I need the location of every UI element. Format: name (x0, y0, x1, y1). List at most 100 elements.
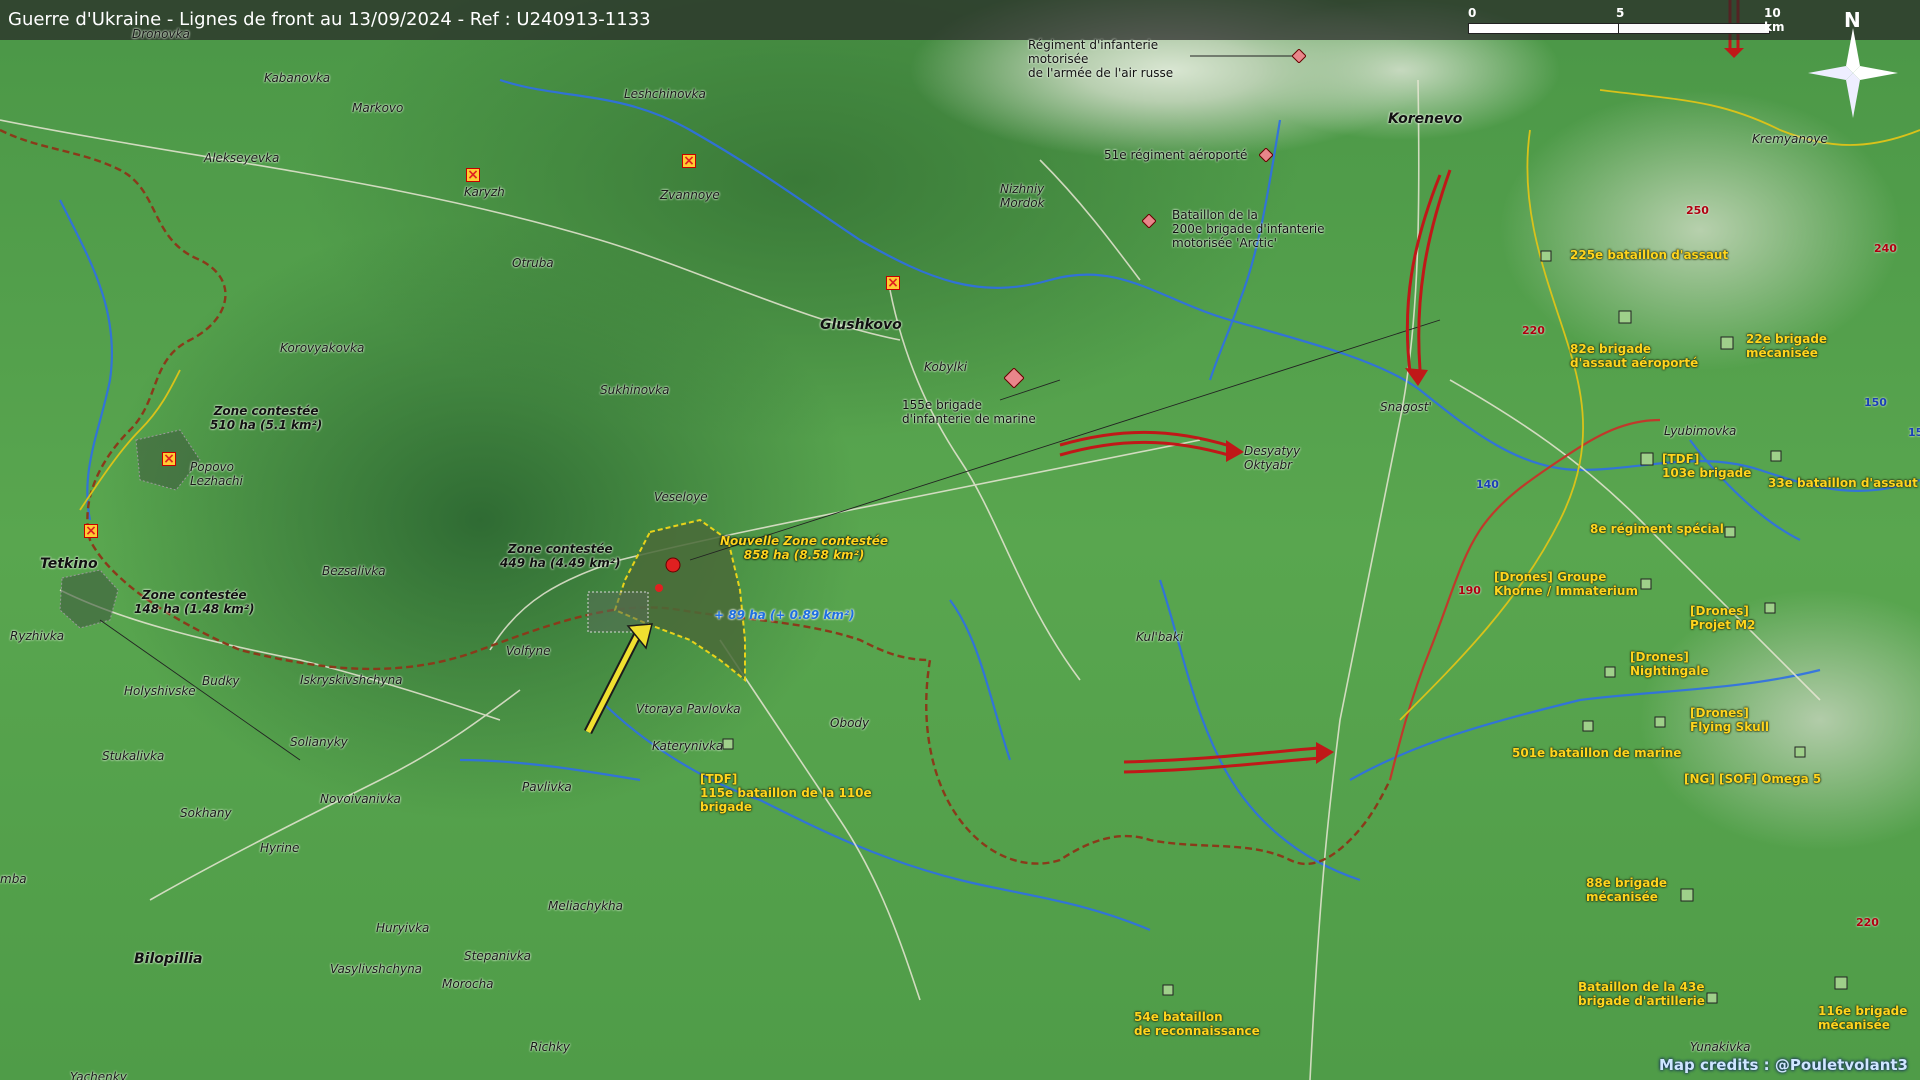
elevation-220-a: 220 (1522, 324, 1545, 337)
scale-0: 0 (1468, 6, 1477, 20)
elevation-250: 250 (1686, 204, 1709, 217)
ua-unit-label-10: [Drones] Flying Skull (1690, 706, 1769, 734)
place-alekseyevka: Alekseyevka (204, 151, 280, 165)
place-katerynivka: Katerynivka (652, 739, 724, 753)
elevation-220-b: 220 (1856, 916, 1879, 929)
ua-unit-label-16: 54e bataillon de reconnaissance (1134, 1010, 1260, 1038)
place-lyubimovka: Lyubimovka (1664, 424, 1737, 438)
place-zvannoye: Zvannoye (660, 188, 720, 202)
place-kabanovka: Kabanovka (264, 71, 331, 85)
zone-label-tetkino: Zone contestée 148 ha (1.48 km²) (134, 588, 255, 616)
ua-unit-label-12: [NG] [SOF] Omega 5 (1684, 772, 1822, 786)
ua-unit-label-7: [Drones] Groupe Khorne / Immaterium (1494, 570, 1638, 598)
place-huryivka: Huryivka (376, 921, 430, 935)
place-morocha: Morocha (442, 977, 494, 991)
ua-unit-square-icon (1654, 716, 1666, 728)
place-korenevo: Korenevo (1388, 111, 1463, 127)
map-title: Guerre d'Ukraine - Lignes de front au 13… (8, 9, 651, 30)
elevation-140: 140 (1476, 478, 1499, 491)
place-obody: Obody (830, 716, 870, 730)
map-credits: Map credits : @Pouletvolant3 (1659, 1056, 1908, 1074)
place-volfyne: Volfyne (506, 644, 551, 658)
place-dronovka: Dronovka (132, 27, 190, 41)
place-bezsalivka: Bezsalivka (322, 564, 386, 578)
ua-unit-square-icon (1794, 746, 1806, 758)
ua-unit-label-9: [Drones] Nightingale (1630, 650, 1709, 678)
place-korovyakovka: Korovyakovka (280, 341, 365, 355)
ua-unit-label-15: 116e brigade mécanisée (1818, 1004, 1908, 1032)
strike-marker-zvannoye: × (682, 153, 696, 169)
ua-unit-square-icon (722, 738, 734, 750)
zone-label-popovo: Zone contestée 510 ha (5.1 km²) (210, 404, 323, 432)
ru-unit-diamond-icon (1292, 49, 1306, 63)
place-richky: Richky (530, 1040, 570, 1054)
ua-unit-square-icon (1162, 984, 1174, 996)
place-iskryskivshchyna: Iskryskivshchyna (300, 673, 403, 687)
place-solianyky: Solianyky (290, 735, 348, 749)
ua-unit-label-1: 225e bataillon d'assaut (1570, 248, 1729, 262)
ua-unit-square-icon (1640, 452, 1654, 466)
zone-gain-label: + 89 ha (+ 0.89 km²) (714, 608, 855, 622)
place-glushkovo: Glushkovo (820, 317, 902, 333)
place-vtoraya-pavlovka: Vtoraya Pavlovka (636, 702, 741, 716)
place-vasylivshchyna: Vasylivshchyna (330, 962, 423, 976)
strike-marker-popovo: × (162, 451, 176, 467)
place-stepanivka: Stepanivka (464, 949, 532, 963)
ua-unit-label-4: [TDF] 103e brigade (1662, 452, 1752, 480)
front-line (1388, 418, 1661, 781)
place-popovo: Popovo Lezhachi (190, 460, 243, 488)
place-pavlivka: Pavlivka (522, 780, 572, 794)
place-stukalivka: Stukalivka (102, 749, 165, 763)
strike-marker-tetkino: × (84, 523, 98, 539)
ua-unit-square-icon (1724, 526, 1736, 538)
strike-marker-karyzh: × (466, 167, 480, 183)
compass-rose: N (1808, 8, 1898, 118)
ua-unit-label-6: 8e régiment spécial (1590, 522, 1724, 536)
place-ryzhivka: Ryzhivka (10, 629, 65, 643)
compass-star-icon (1808, 28, 1898, 118)
place-budky: Budky (202, 674, 240, 688)
place-karyzh: Karyzh (464, 185, 505, 199)
ua-unit-square-icon (1706, 992, 1718, 1004)
place-mba: mba (0, 872, 27, 886)
ua-unit-label-3: 22e brigade mécanisée (1746, 332, 1828, 360)
ua-unit-square-icon (1764, 602, 1776, 614)
place-veseloye: Veseloye (654, 490, 708, 504)
ru-unit-diamond-icon (1142, 214, 1156, 228)
contested-point-2 (655, 584, 663, 592)
ua-unit-label-11: 501e bataillon de marine (1512, 746, 1682, 760)
place-novoivanivka: Novoivanivka (320, 792, 401, 806)
zone-label-new: Nouvelle Zone contestée 858 ha (8.58 km²… (720, 534, 889, 562)
ua-unit-label-13: 88e brigade mécanisée (1586, 876, 1668, 904)
place-yunakivka: Yunakivka (1690, 1040, 1751, 1054)
elevation-240: 240 (1874, 242, 1897, 255)
map-canvas[interactable]: Guerre d'Ukraine - Lignes de front au 13… (0, 0, 1920, 1080)
ua-unit-square-icon (1618, 310, 1632, 324)
place-leshchinovka: Leshchinovka (624, 87, 706, 101)
ua-unit-square-icon (1582, 720, 1594, 732)
place-bilopillia: Bilopillia (134, 951, 203, 967)
ru-unit-label-4: 155e brigade d'infanterie de marine (902, 398, 1036, 426)
ru-unit-label-3: Bataillon de la 200e brigade d'infanteri… (1172, 208, 1325, 250)
ua-unit-square-icon (1770, 450, 1782, 462)
place-kobylki: Kobylki (924, 360, 968, 374)
place-otruba: Otruba (512, 256, 554, 270)
ua-unit-square-icon (1604, 666, 1616, 678)
contested-point-1 (665, 557, 681, 573)
ua-unit-label-8: [Drones] Projet M2 (1690, 604, 1756, 632)
place-yachenky: Yachenky (70, 1070, 127, 1080)
ua-unit-square-icon (1834, 976, 1848, 990)
place-kremyanoye: Kremyanoye (1752, 132, 1828, 146)
strike-marker-glushkovo: × (886, 275, 900, 291)
ua-unit-label-17: [TDF] 115e bataillon de la 110e brigade (700, 772, 872, 814)
scale-10: 10 km (1764, 6, 1785, 34)
ru-unit-diamond-icon (1004, 368, 1024, 388)
zone-label-veseloye: Zone contestée 449 ha (4.49 km²) (500, 542, 621, 570)
ua-unit-label-2: 82e brigade d'assaut aéroporté (1570, 342, 1699, 370)
place-sukhinovka: Sukhinovka (600, 383, 670, 397)
place-nizhniy-mordok: Nizhniy Mordok (1000, 182, 1045, 210)
elevation-150-b: 15 (1908, 426, 1920, 439)
place-markovo: Markovo (352, 101, 404, 115)
scale-5: 5 (1616, 6, 1625, 20)
map-lines-layer (0, 0, 1920, 1080)
